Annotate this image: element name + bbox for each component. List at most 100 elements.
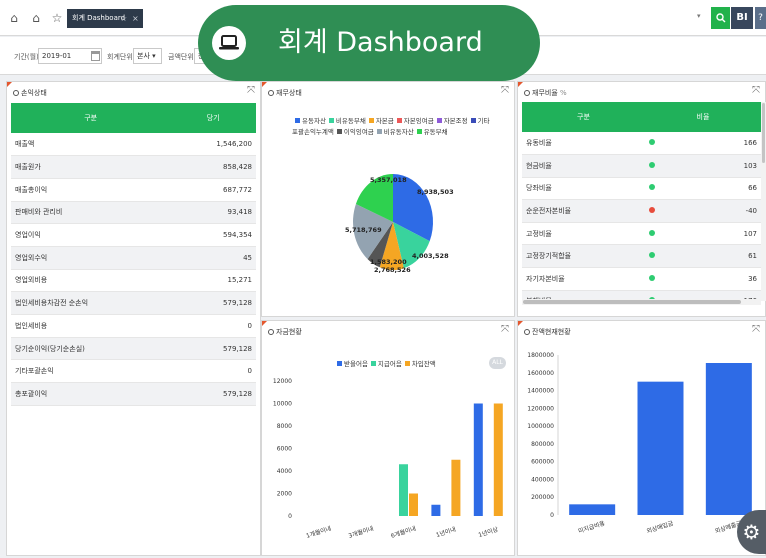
vertical-scrollbar[interactable] [761, 102, 766, 301]
funds-status-panel: 자금현황 ⤧ 받을어음 지급어음 차입잔액 ALL 0 2000 4000 6000 800… [261, 320, 515, 556]
row-label: 순운전자본비율 [522, 199, 645, 223]
table-row[interactable]: 고정비율 107 [522, 222, 761, 246]
table-row[interactable]: 영업외비용 15,271 [11, 269, 256, 293]
table-row[interactable]: 법인세비용차감전 순손익 579,128 [11, 291, 256, 315]
pie-data-label: 5,718,769 [345, 226, 382, 234]
legend-label: 유동부채 [423, 128, 448, 136]
bar[interactable] [409, 493, 418, 517]
legend-item[interactable]: 유동부채 [414, 128, 448, 136]
legend-label: 비유동부채 [335, 117, 366, 125]
funds-bar-chart: 0 2000 4000 6000 8000 10000 12000 1개월이내 3개월이내 6개월… [273, 378, 503, 540]
row-label: 고정장기적합율 [522, 244, 645, 269]
row-value: 0 [170, 359, 256, 384]
panel-title: 재무비율 % [524, 88, 567, 98]
table-row[interactable]: 매출총이익 687,772 [11, 178, 256, 202]
y-tick-label: 1600000 [527, 370, 554, 377]
circle-icon [13, 90, 19, 96]
y-tick-label: 8000 [277, 423, 292, 430]
x-tick-label: 6개월이내 [390, 524, 417, 540]
help-button[interactable]: ? [755, 7, 766, 29]
legend-item[interactable]: 자본금 [366, 117, 394, 125]
balance-status-panel: 잔액현재현황 ⤧ 0 200000 400000 600000 800000 100000… [517, 320, 766, 556]
legend-item[interactable]: 자본조정 [434, 117, 468, 125]
bookmark-home-icon[interactable]: ⌂ [30, 12, 42, 24]
legend-item[interactable]: 이익잉여금 [334, 128, 374, 136]
bar[interactable] [451, 459, 461, 516]
bar[interactable] [569, 504, 616, 515]
ratio-table: 구분 비율 유동비율 166 현금비율 103 당좌비율 66 순운전자본비율 -40 고정비율… [522, 102, 761, 301]
row-label: 매출총이익 [11, 178, 171, 202]
table-row[interactable]: 매출액 1,546,200 [11, 133, 256, 157]
bar[interactable] [399, 464, 408, 516]
panel-title: 손익상태 [13, 88, 47, 98]
tab-close-icon[interactable]: × [132, 9, 139, 28]
period-value: 2019-01 [42, 52, 72, 60]
status-dot-icon [649, 207, 655, 214]
horizontal-scrollbar[interactable] [522, 299, 761, 305]
table-row[interactable]: 현금비율 103 [522, 154, 761, 178]
legend-item[interactable]: 자본잉여금 [394, 117, 434, 125]
table-row[interactable]: 영업외수익 45 [11, 246, 256, 270]
status-dot-icon [649, 139, 655, 146]
ratio-table-scroll[interactable]: 구분 비율 유동비율 166 현금비율 103 당좌비율 66 순운전자본비율 -40 고정비율… [522, 102, 761, 301]
row-label: 자기자본비율 [522, 267, 645, 291]
table-row[interactable]: 고정장기적합율 61 [522, 244, 761, 269]
row-label: 당좌비율 [522, 177, 645, 201]
legend-label: 유동자산 [302, 117, 326, 125]
table-row[interactable]: 순운전자본비율 -40 [522, 199, 761, 223]
expand-icon[interactable]: ⤧ [247, 86, 255, 96]
bar[interactable] [705, 363, 752, 515]
ratio-unit: % [560, 89, 567, 97]
y-tick-label: 12000 [273, 378, 292, 385]
page-title: 회계 Dashboard [278, 27, 483, 58]
table-row[interactable]: 총포괄이익 579,128 [11, 382, 256, 406]
calendar-icon[interactable] [91, 51, 100, 61]
legend-item[interactable]: 비유동부채 [326, 117, 366, 125]
bar[interactable] [431, 504, 441, 516]
table-row[interactable]: 자기자본비율 36 [522, 267, 761, 291]
table-row[interactable]: 당좌비율 66 [522, 177, 761, 201]
row-value: 0 [170, 314, 256, 338]
table-row[interactable]: 영업이익 594,354 [11, 223, 256, 247]
gear-icon: ⚙ [742, 520, 761, 544]
home-icon[interactable]: ⌂ [8, 12, 20, 24]
search-button[interactable] [711, 7, 730, 29]
row-label: 매출원가 [11, 155, 171, 179]
star-icon[interactable]: ☆ [51, 12, 63, 24]
table-row[interactable]: 매출원가 858,428 [11, 155, 256, 179]
search-icon [715, 13, 725, 23]
bar[interactable] [473, 403, 483, 517]
bi-button[interactable]: BI [731, 7, 753, 29]
table-row[interactable]: 당기순이익(당기순손실) 579,128 [11, 337, 256, 361]
row-label: 총포괄이익 [11, 382, 171, 406]
legend-swatch [336, 129, 342, 134]
y-tick-label: 4000 [277, 468, 292, 475]
table-row[interactable]: 기타포괄손익 0 [11, 359, 256, 384]
tab-favorite-icon[interactable]: ☆ [120, 9, 127, 28]
tab-accounting-dashboard[interactable]: 회계 Dashboard ☆ × [67, 9, 143, 28]
unit-label: 회계단위 [107, 53, 133, 61]
unit-select[interactable]: 본사 ▾ [133, 48, 162, 64]
row-label: 영업이익 [11, 223, 171, 247]
table-row[interactable]: 법인세비용 0 [11, 314, 256, 338]
row-label: 유동비율 [522, 132, 645, 156]
status-dot-icon [649, 184, 655, 191]
legend-item[interactable]: 유동자산 [292, 117, 326, 125]
bar[interactable] [637, 381, 684, 515]
legend-swatch [328, 118, 334, 123]
expand-icon[interactable]: ⤧ [752, 86, 760, 96]
legend-swatch [368, 118, 374, 123]
laptop-icon [212, 26, 246, 60]
legend-item[interactable]: 비유동자산 [374, 128, 414, 136]
table-row[interactable]: 유동비율 166 [522, 132, 761, 156]
legend-label: 이익잉여금 [343, 128, 374, 136]
table-row[interactable]: 판매비와 관리비 93,418 [11, 201, 256, 225]
balance-bar-chart: 0 200000 400000 600000 800000 1000000 1200000 1… [527, 352, 752, 535]
circle-icon [268, 90, 274, 96]
legend-swatch [416, 129, 422, 134]
tab-list-dropdown-icon[interactable]: ▾ [697, 12, 701, 20]
y-tick-label: 400000 [531, 476, 554, 483]
bar[interactable] [493, 403, 503, 517]
status-dot-icon [649, 161, 655, 168]
expand-icon[interactable]: ⤧ [501, 86, 509, 96]
